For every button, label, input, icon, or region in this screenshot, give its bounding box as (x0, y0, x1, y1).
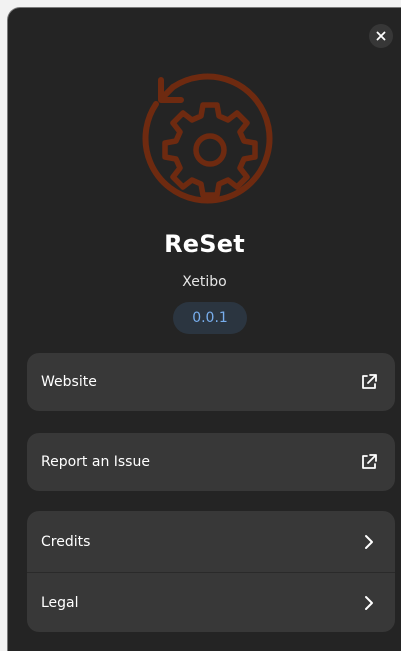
version-badge[interactable]: 0.0.1 (173, 302, 247, 334)
credits-label: Credits (41, 533, 91, 550)
report-issue-row[interactable]: Report an Issue (27, 433, 395, 491)
close-button[interactable] (369, 24, 393, 48)
report-issue-card: Report an Issue (27, 433, 395, 491)
chevron-right-icon (359, 593, 379, 613)
legal-row[interactable]: Legal (27, 572, 395, 632)
website-label: Website (41, 374, 97, 390)
developer-name: Xetibo (182, 274, 227, 290)
chevron-right-icon (359, 532, 379, 552)
legal-label: Legal (41, 594, 79, 611)
report-issue-label: Report an Issue (41, 454, 150, 470)
close-icon (376, 31, 386, 41)
about-dialog: ReSet Xetibo 0.0.1 Website Report an Iss… (8, 8, 401, 651)
credits-row[interactable]: Credits (27, 511, 395, 572)
reset-gear-icon (142, 73, 273, 204)
app-name: ReSet (164, 230, 245, 258)
website-row[interactable]: Website (27, 353, 395, 411)
external-link-icon (359, 452, 379, 472)
website-card: Website (27, 353, 395, 411)
info-card: Credits Legal (27, 511, 395, 632)
external-link-icon (359, 372, 379, 392)
